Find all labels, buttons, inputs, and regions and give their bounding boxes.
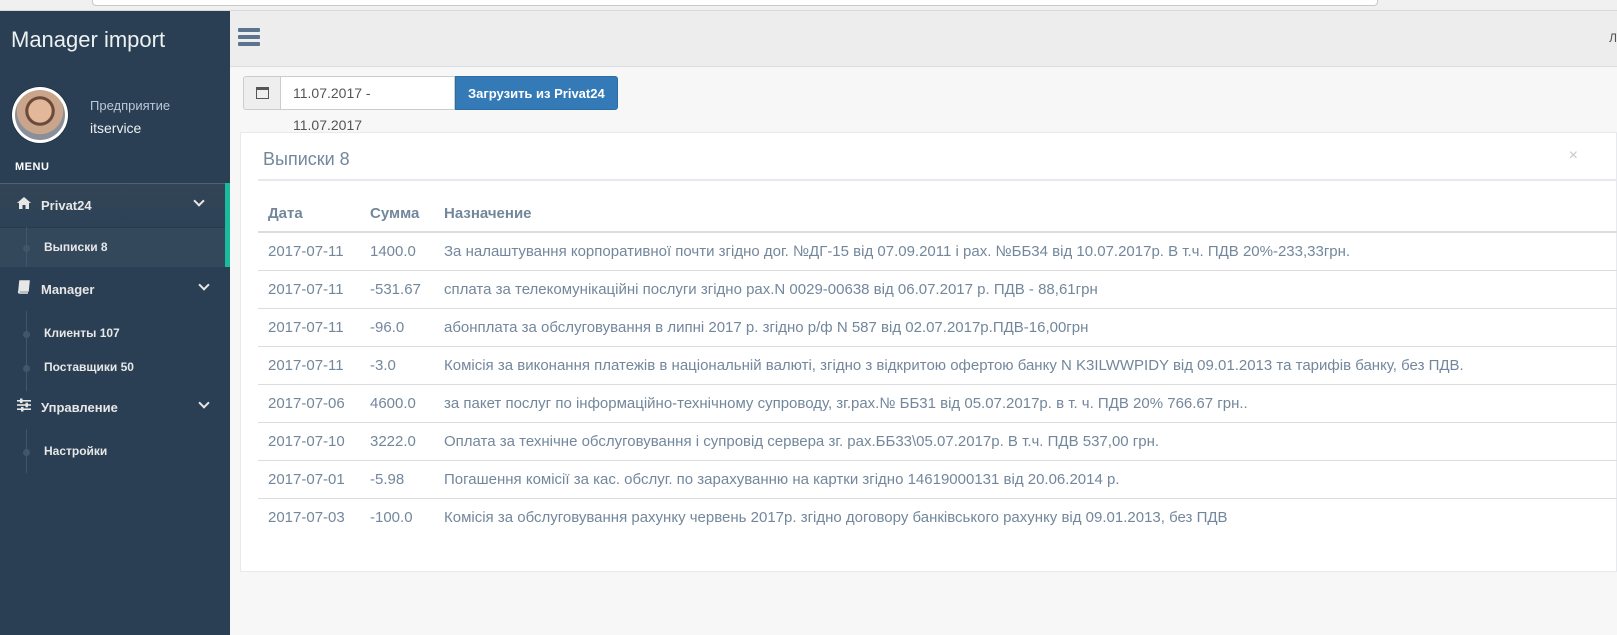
table-row: 2017-07-10 3222.0 Оплата за технічне обслу…	[258, 421, 1617, 460]
sidebar-item-settings[interactable]: Настройки	[44, 444, 107, 458]
column-header-purpose: Назначение	[434, 196, 1617, 233]
table-row: 2017-07-11 -96.0 абонплата за обслуговуван…	[258, 307, 1617, 346]
cell-date: 2017-07-01	[258, 459, 360, 498]
cell-sum: -531.67	[360, 269, 434, 308]
calendar-icon[interactable]	[243, 76, 280, 110]
cell-purpose: За налаштування корпоративної почти згід…	[444, 242, 1351, 260]
sidebar-item-suppliers[interactable]: Поставщики 50	[44, 360, 134, 374]
table-row: 2017-07-03 -100.0 Комісія за обслуговуванн…	[258, 497, 1617, 536]
cell-purpose: за пакет послуг по інформаційно-технічно…	[434, 383, 1617, 422]
avatar-photo	[15, 90, 65, 140]
browser-address-bar	[0, 0, 1617, 11]
panel-divider	[258, 179, 1616, 181]
nav-section-label: Privat24	[41, 197, 92, 213]
cell-purpose: Комісія за обслуговування рахунку червен…	[434, 497, 1617, 536]
nav-section-label: Управление	[41, 399, 118, 415]
column-header-sum: Сумма	[360, 196, 434, 233]
cell-sum: -100.0	[360, 497, 434, 536]
cell-sum: -3.0	[360, 345, 434, 384]
cell-date: 2017-07-11	[258, 345, 360, 384]
cell-date: 2017-07-10	[258, 421, 360, 460]
nav-submenu-management: Настройки	[0, 429, 230, 473]
home-icon	[15, 196, 33, 214]
nav-section-management[interactable]: Управление	[0, 385, 230, 429]
sliders-icon	[15, 398, 33, 416]
cell-date: 2017-07-06	[258, 383, 360, 422]
nav-submenu-manager: Клиенты 107 Поставщики 50	[0, 311, 230, 391]
table-row: 2017-07-11 1400.0 За налаштування корпорат…	[258, 232, 1617, 270]
submenu-line	[26, 311, 27, 391]
table-row: 2017-07-06 4600.0 за пакет послуг по інфор…	[258, 383, 1617, 422]
menu-title: MENU	[15, 161, 50, 173]
menu-toggle-icon[interactable]	[238, 28, 260, 46]
cell-date: 2017-07-11	[258, 269, 360, 308]
url-field[interactable]	[92, 0, 1378, 6]
avatar	[12, 87, 68, 143]
date-range-input[interactable]: 11.07.2017 - 11.07.2017	[280, 76, 455, 133]
table-header-row: Дата Сумма Назначение	[258, 196, 1617, 233]
table-row: 2017-07-11 -531.67 сплата за телекомунікац…	[258, 269, 1617, 308]
load-privat24-button[interactable]: Загрузить из Privat24	[455, 76, 618, 110]
cell-date: 2017-07-03	[258, 497, 360, 536]
nav-submenu-privat24: Выписки 8	[0, 227, 230, 267]
nav-section-label: Manager	[41, 281, 95, 297]
cell-sum: 3222.0	[360, 421, 434, 460]
cell-sum: -96.0	[360, 307, 434, 346]
table-row: 2017-07-01 -5.98 Погашення комісії за кас.…	[258, 459, 1617, 498]
submenu-dot	[23, 331, 30, 338]
cell-purpose: Оплата за технічне обслуговування і супр…	[434, 421, 1617, 460]
cell-purpose: Комісія за виконання платежів в націонал…	[434, 345, 1617, 384]
statements-panel: Выписки 8 × Дата Сумма Назначение 2017-0…	[240, 132, 1617, 572]
cell-sum: 1400.0	[370, 242, 416, 260]
date-range-picker: 11.07.2017 - 11.07.2017 Загрузить из Pri…	[243, 76, 618, 133]
statements-table: Дата Сумма Назначение 2017-07-11 1400.0 За…	[258, 196, 1617, 536]
cell-sum: -5.98	[360, 459, 434, 498]
sidebar: Manager import Предприятие itservice MEN…	[0, 11, 230, 635]
cell-sum: 4600.0	[360, 383, 434, 422]
top-navbar: Л	[230, 11, 1617, 67]
column-header-date: Дата	[258, 196, 360, 233]
app-brand[interactable]: Manager import	[11, 27, 165, 53]
sidebar-item-vypiski[interactable]: Выписки 8	[44, 240, 108, 254]
submenu-dot	[23, 449, 30, 456]
cell-purpose: Погашення комісії за кас. обслуг. по зар…	[434, 459, 1617, 498]
book-icon	[15, 280, 33, 298]
chevron-down-icon[interactable]	[198, 397, 210, 409]
chevron-down-icon[interactable]	[198, 279, 210, 291]
cell-date: 2017-07-11	[268, 242, 344, 260]
cell-purpose: сплата за телекомунікаційні послуги згід…	[434, 269, 1617, 308]
nav-section-privat24[interactable]: Privat24	[0, 183, 230, 227]
cell-purpose: абонплата за обслуговування в липні 2017…	[434, 307, 1617, 346]
panel-title: Выписки 8	[263, 149, 350, 169]
chevron-down-icon[interactable]	[193, 195, 205, 207]
submenu-dot	[23, 365, 30, 372]
submenu-dot	[23, 245, 30, 252]
user-menu-partial[interactable]: Л	[1609, 31, 1617, 45]
sidebar-item-clients[interactable]: Клиенты 107	[44, 326, 120, 340]
close-icon[interactable]: ×	[1569, 147, 1578, 165]
profile-name: itservice	[90, 120, 142, 136]
nav-section-manager[interactable]: Manager	[0, 267, 230, 311]
profile-label: Предприятие	[90, 98, 171, 113]
cell-date: 2017-07-11	[258, 307, 360, 346]
table-row: 2017-07-11 -3.0 Комісія за виконання плате…	[258, 345, 1617, 384]
